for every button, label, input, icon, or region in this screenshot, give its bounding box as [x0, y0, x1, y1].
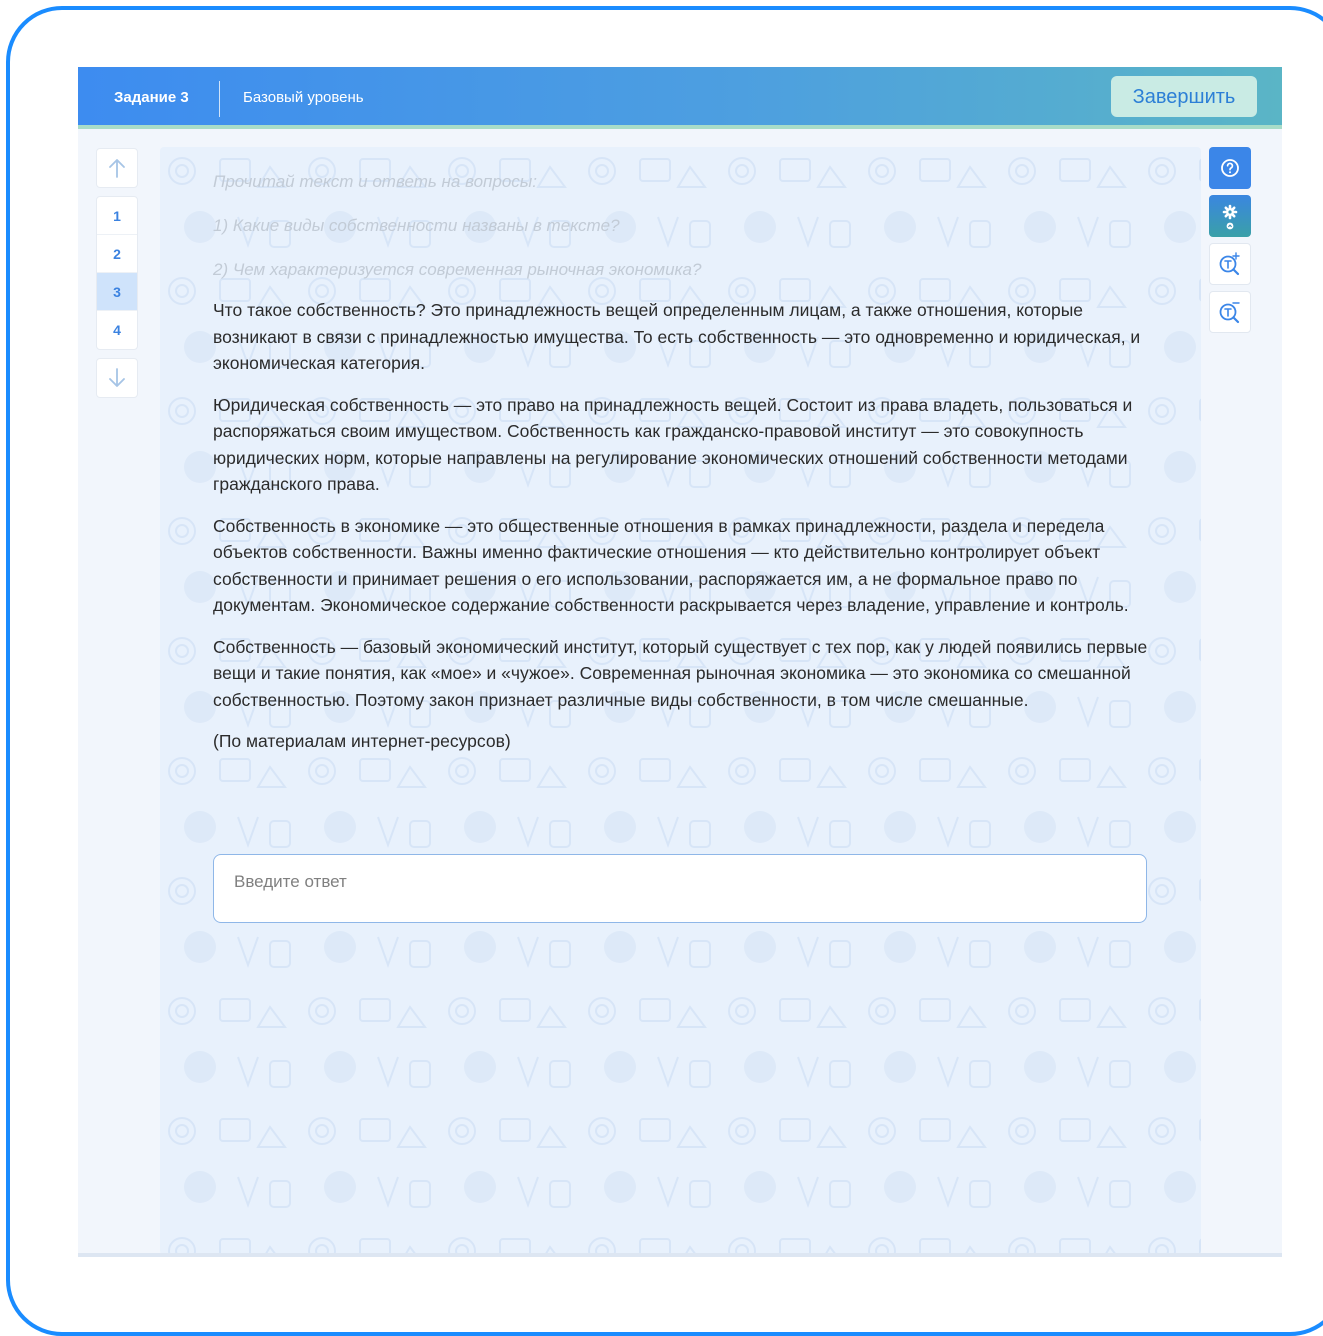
gear-icon	[1222, 204, 1238, 230]
footer-divider	[78, 1253, 1282, 1257]
instruction-line: Прочитай текст и ответь на вопросы:	[213, 172, 538, 191]
arrow-down-icon	[109, 368, 125, 387]
finish-button[interactable]: Завершить	[1111, 76, 1257, 117]
task-number-list: 1 2 3 4	[96, 196, 138, 350]
task-navigation: 1 2 3 4	[96, 148, 138, 398]
arrow-up-icon	[109, 159, 125, 178]
task-app: Задание 3 Базовый уровень Завершить 1 2 …	[78, 67, 1282, 1257]
settings-button[interactable]	[1209, 195, 1251, 237]
question-line: 2) Чем характеризуется современная рыноч…	[213, 260, 702, 279]
answer-input[interactable]	[213, 854, 1147, 923]
screen: Задание 3 Базовый уровень Завершить 1 2 …	[0, 0, 1323, 1336]
question-line: 1) Какие виды собственности названы в те…	[213, 216, 620, 235]
zoom-out-text-icon	[1219, 302, 1240, 324]
nav-up-button[interactable]	[96, 148, 138, 188]
text-paragraph: Собственность в экономике — это обществе…	[213, 515, 1129, 616]
task-text: Прочитай текст и ответь на вопросы: 1) К…	[213, 171, 1153, 770]
zoom-in-text-icon	[1219, 252, 1240, 276]
task-number-item[interactable]: 4	[97, 311, 137, 349]
text-paragraph: Юридическая собственность — это право на…	[213, 394, 1133, 495]
task-number-item[interactable]: 2	[97, 235, 137, 273]
help-button[interactable]	[1209, 147, 1251, 189]
task-content: Прочитай текст и ответь на вопросы: 1) К…	[160, 147, 1201, 1255]
task-number-item[interactable]: 1	[97, 197, 137, 235]
text-paragraph: Собственность — базовый экономический ин…	[213, 636, 1148, 710]
level-label: Базовый уровень	[243, 89, 364, 106]
text-paragraph: Что такое собственность? Это принадлежно…	[213, 300, 1141, 373]
zoom-out-button[interactable]	[1209, 291, 1251, 333]
task-title: Задание 3	[114, 89, 189, 106]
source-note: (По материалам интернет-ресурсов)	[213, 731, 511, 751]
task-number-item-active[interactable]: 3	[97, 273, 137, 311]
help-circle-icon	[1221, 159, 1239, 177]
zoom-in-button[interactable]	[1209, 243, 1251, 285]
tool-panel	[1209, 147, 1251, 339]
nav-down-button[interactable]	[96, 358, 138, 398]
header-divider	[219, 81, 220, 117]
header-bar: Задание 3 Базовый уровень Завершить	[78, 67, 1282, 129]
